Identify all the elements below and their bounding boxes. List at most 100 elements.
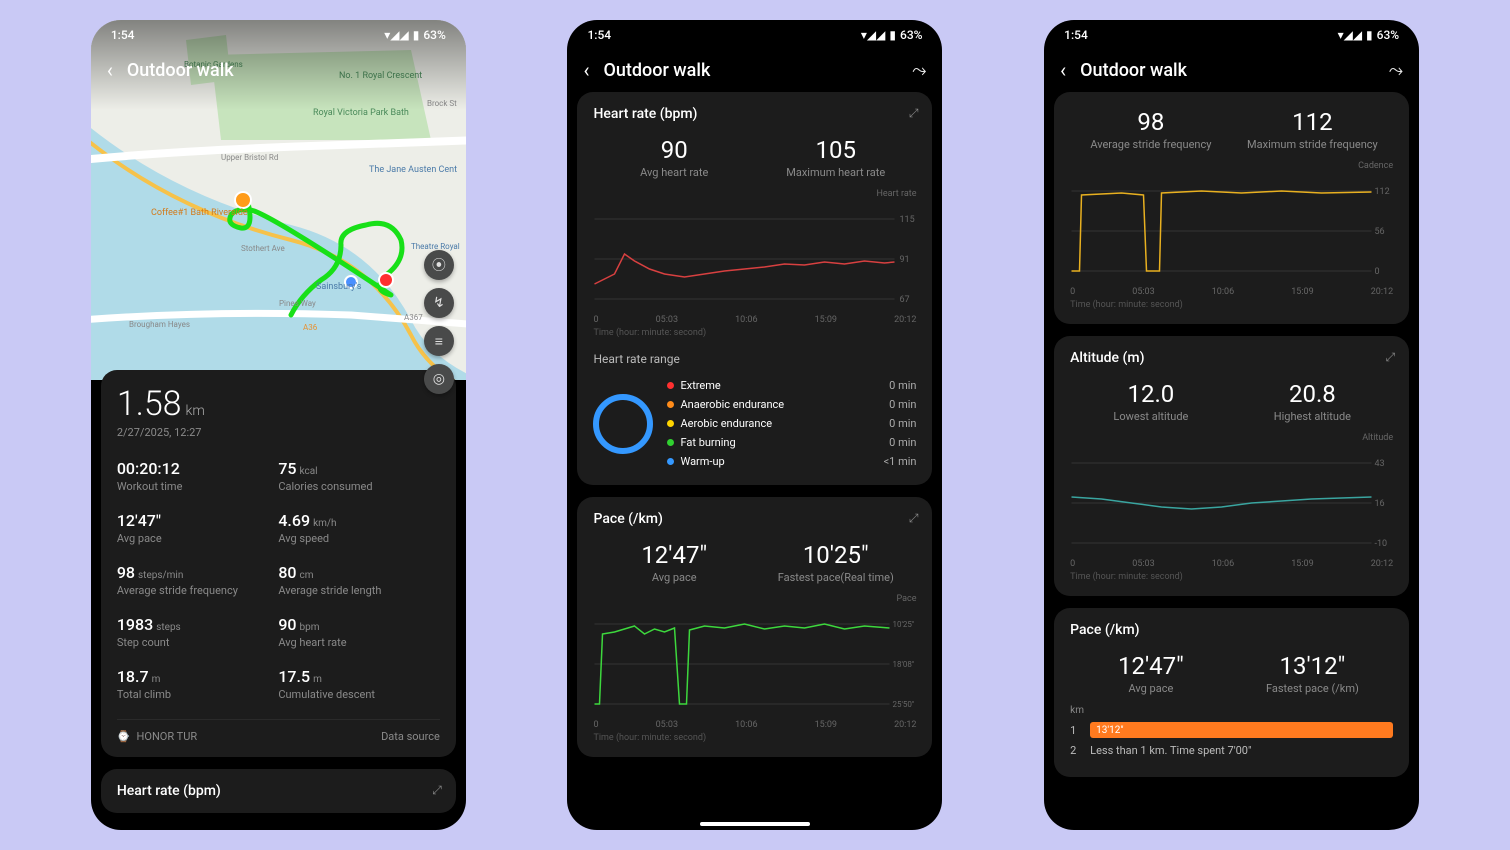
stat-item: 12'47"Avg pace (117, 511, 279, 545)
altitude-card: Altitude (m) ⤢ 12.0 Lowest altitude 20.8… (1054, 336, 1409, 596)
hr-max-value: 105 (755, 136, 917, 164)
pace-row: 2Less than 1 km. Time spent 7'00" (1070, 744, 1393, 757)
svg-text:A367: A367 (404, 313, 423, 322)
home-indicator[interactable] (700, 822, 810, 826)
svg-text:0: 0 (1375, 267, 1380, 277)
workout-datetime: 2/27/2025, 12:27 (117, 426, 440, 439)
locate-button[interactable]: ⦿ (424, 250, 454, 280)
detail-scroller[interactable]: Heart rate (bpm) ⤢ 90 Avg heart rate 105… (567, 92, 942, 830)
status-bar: 1:54 ▾◢◢ ▮ 63% (91, 20, 466, 48)
svg-text:25'50": 25'50" (893, 700, 915, 709)
hr-zone-row: Fat burning0 min (667, 433, 916, 452)
page-title: Outdoor walk (1080, 60, 1375, 81)
alt-low-label: Lowest altitude (1070, 410, 1232, 423)
tick: 10:06 (1212, 559, 1234, 569)
stat-item: 1983stepsStep count (117, 615, 279, 649)
tick: 15:09 (1291, 287, 1313, 297)
summary-card: 1.58 km 2/27/2025, 12:27 00:20:12Workout… (101, 370, 456, 757)
expand-icon[interactable]: ⤢ (432, 783, 442, 798)
stat-item: 4.69km/hAvg speed (278, 511, 440, 545)
share-icon[interactable]: ⤳ (1389, 60, 1403, 81)
back-icon[interactable]: ‹ (583, 58, 589, 82)
summary-scroller[interactable]: 1.58 km 2/27/2025, 12:27 00:20:12Workout… (101, 370, 456, 830)
data-source-label[interactable]: Data source (381, 730, 440, 743)
stat-item: 17.5mCumulative descent (278, 667, 440, 701)
tick: 15:09 (815, 720, 837, 730)
detail-scroller-2[interactable]: 98 Average stride frequency 112 Maximum … (1044, 92, 1419, 830)
svg-text:16: 16 (1375, 499, 1385, 509)
tick: 15:09 (1291, 559, 1313, 569)
phone-1: No. 1 Royal Crescent Royal Victoria Park… (91, 20, 466, 830)
hr-zone-row: Aerobic endurance0 min (667, 414, 916, 433)
stride-card: 98 Average stride frequency 112 Maximum … (1054, 92, 1409, 324)
stride-ylabel: Cadence (1070, 161, 1393, 171)
hr-chart: 115 91 67 (593, 199, 916, 309)
pace2-avg-label: Avg pace (1070, 682, 1232, 695)
wifi-icon: ▾◢◢ (384, 28, 408, 42)
battery-icon: ▮ (413, 28, 420, 42)
map-type-button[interactable]: ◎ (424, 364, 454, 394)
wifi-icon: ▾◢◢ (861, 28, 885, 42)
svg-text:Sainsbury's: Sainsbury's (316, 282, 362, 292)
tick: 05:03 (656, 315, 678, 325)
stat-item: 90bpmAvg heart rate (278, 615, 440, 649)
alt-high-value: 20.8 (1232, 380, 1394, 408)
stride-avg-label: Average stride frequency (1070, 138, 1232, 151)
pace-row: 113'12" (1070, 722, 1393, 738)
status-time: 1:54 (587, 28, 611, 42)
hr-card-peek[interactable]: Heart rate (bpm) ⤢ (101, 769, 456, 813)
stat-item: 98steps/minAverage stride frequency (117, 563, 279, 597)
tick: 10:06 (735, 315, 757, 325)
phone-2: 1:54 ▾◢◢ ▮ 63% ‹ Outdoor walk ⤳ Heart ra… (567, 20, 942, 830)
tick: 0 (593, 315, 598, 325)
tick: 05:03 (1132, 559, 1154, 569)
route-button[interactable]: ↯ (424, 288, 454, 318)
pace2-fast-label: Fastest pace (/km) (1232, 682, 1394, 695)
expand-icon[interactable]: ⤢ (909, 511, 919, 526)
battery-icon: ▮ (1366, 28, 1373, 42)
layers-button[interactable]: ≡ (424, 326, 454, 356)
expand-icon[interactable]: ⤢ (1386, 350, 1396, 365)
hr-zone-row: Warm-up<1 min (667, 452, 916, 471)
device-name: HONOR TUR (137, 730, 198, 743)
svg-text:10'25": 10'25" (893, 620, 915, 629)
stat-item: 00:20:12Workout time (117, 459, 279, 493)
alt-low-value: 12.0 (1070, 380, 1232, 408)
svg-text:Coffee#1 Bath Riverside: Coffee#1 Bath Riverside (151, 208, 248, 218)
expand-icon[interactable]: ⤢ (909, 106, 919, 121)
svg-text:Brougham Hayes: Brougham Hayes (129, 320, 190, 329)
pace-chart: 10'25" 18'08" 25'50" (593, 604, 916, 714)
hr-ylabel: Heart rate (593, 189, 916, 199)
hr-zone-row: Extreme0 min (667, 376, 916, 395)
back-icon[interactable]: ‹ (107, 58, 113, 82)
tick: 15:09 (815, 315, 837, 325)
header: ‹ Outdoor walk ⤳ (1044, 48, 1419, 92)
hr-title: Heart rate (bpm) (593, 106, 916, 122)
status-bar: 1:54 ▾◢◢ ▮ 63% (1044, 20, 1419, 48)
alt-xlabel: Time (hour: minute: second) (1070, 572, 1393, 582)
header: ‹ Outdoor walk ⤳ (567, 48, 942, 92)
svg-text:A36: A36 (303, 323, 318, 332)
battery-level: 63% (900, 28, 922, 42)
hr-range-title: Heart rate range (593, 352, 916, 366)
tick: 0 (1070, 559, 1075, 569)
battery-icon: ▮ (889, 28, 896, 42)
pace-bars-card: Pace (/km) 12'47" Avg pace 13'12" Fastes… (1054, 608, 1409, 777)
pace-ylabel: Pace (593, 594, 916, 604)
alt-high-label: Highest altitude (1232, 410, 1394, 423)
km-label: km (1070, 705, 1393, 716)
status-bar: 1:54 ▾◢◢ ▮ 63% (567, 20, 942, 48)
tick: 05:03 (1132, 287, 1154, 297)
svg-text:-10: -10 (1375, 539, 1388, 549)
tick: 0 (1070, 287, 1075, 297)
pace-card: Pace (/km) ⤢ 12'47" Avg pace 10'25" Fast… (577, 497, 932, 757)
page-title: Outdoor walk (604, 60, 899, 81)
stride-max-label: Maximum stride frequency (1232, 138, 1394, 151)
pace2-fast-value: 13'12" (1232, 652, 1394, 680)
back-icon[interactable]: ‹ (1060, 58, 1066, 82)
pace-fast-label: Fastest pace(Real time) (755, 571, 917, 584)
svg-text:18'08": 18'08" (893, 660, 915, 669)
share-icon[interactable]: ⤳ (912, 60, 926, 81)
stride-avg-value: 98 (1070, 108, 1232, 136)
tick: 10:06 (1212, 287, 1234, 297)
